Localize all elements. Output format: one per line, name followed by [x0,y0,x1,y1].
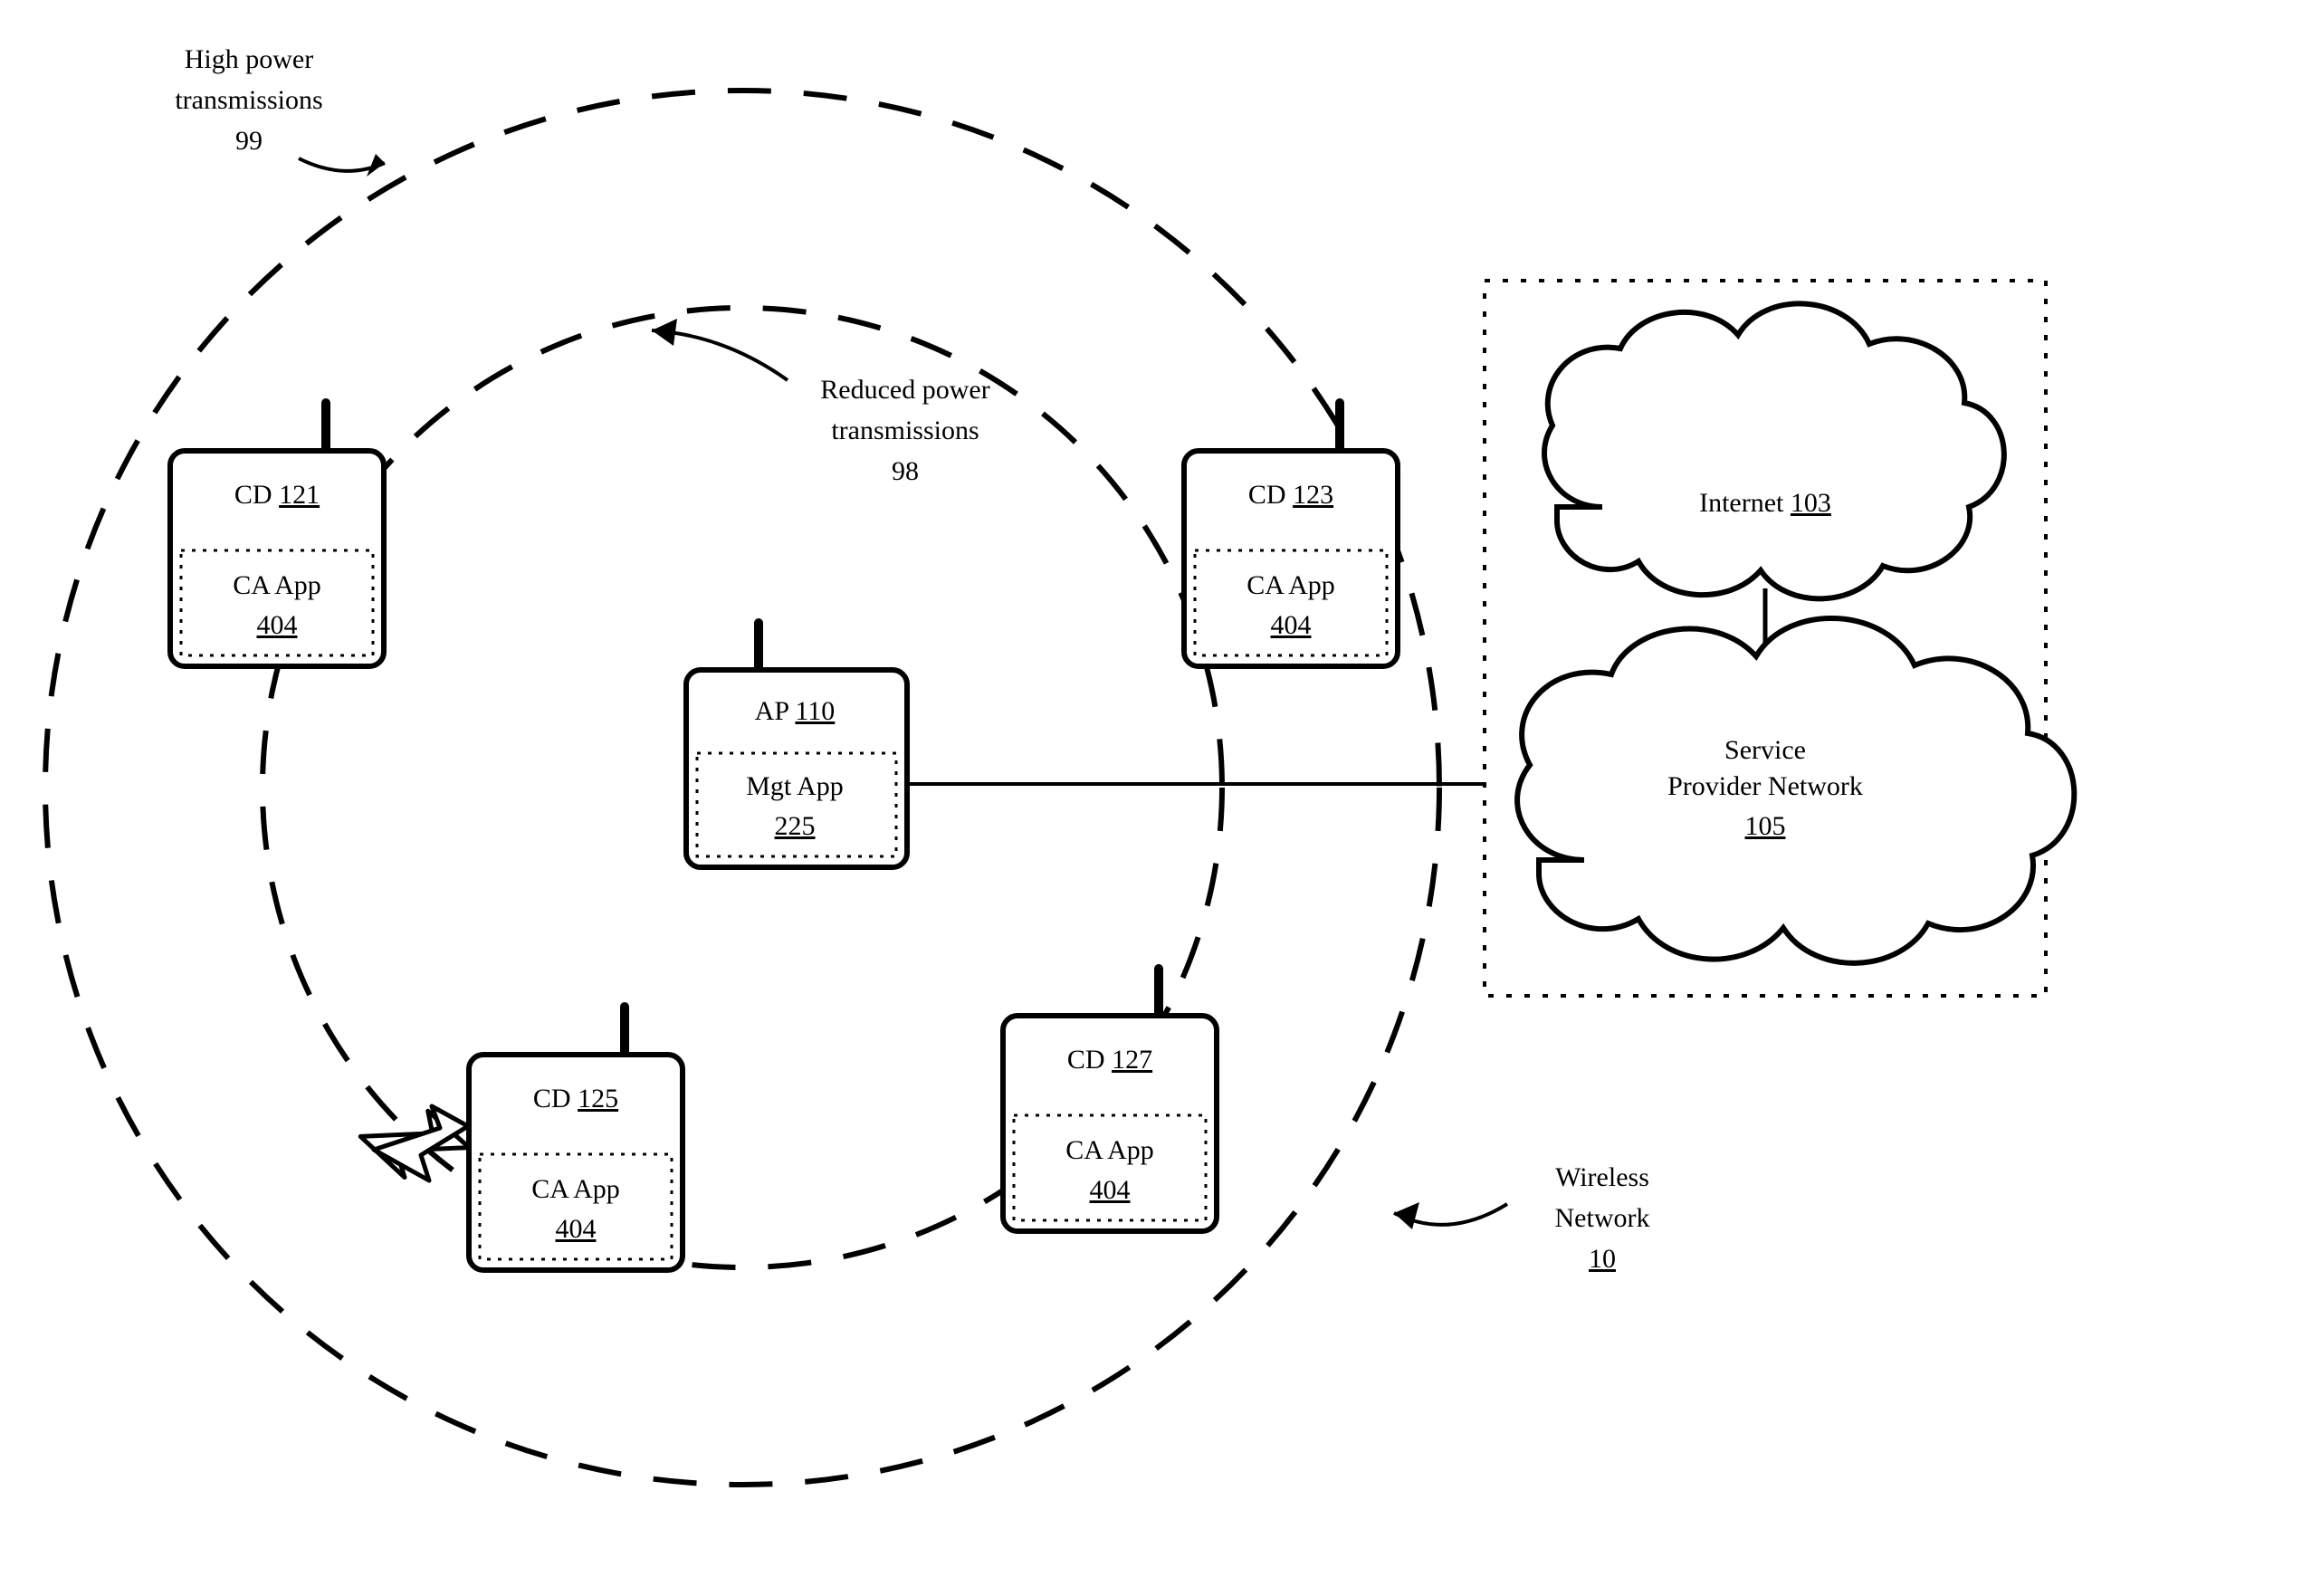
svg-text:CD 121: CD 121 [234,480,320,510]
internet-cloud: Internet 103 [1544,303,2004,598]
svg-text:Internet 103: Internet 103 [1699,488,1831,518]
ap-110-node: AP 110 Mgt App 225 [686,623,907,867]
high-power-label: High power transmissions 99 [175,44,322,156]
svg-text:Mgt App: Mgt App [746,771,844,801]
svg-text:404: 404 [1090,1175,1131,1205]
svg-text:CA App: CA App [531,1174,620,1204]
svg-text:CA App: CA App [233,570,321,600]
svg-text:Wireless: Wireless [1555,1162,1649,1192]
svg-text:225: 225 [775,811,816,841]
svg-text:CD 127: CD 127 [1067,1045,1152,1075]
svg-text:CD 125: CD 125 [533,1084,618,1113]
svg-text:Provider Network: Provider Network [1667,771,1863,801]
reduced-power-label: Reduced power transmissions 98 [820,375,989,486]
wireless-network-label: Wireless Network 10 [1555,1162,1650,1274]
svg-text:99: 99 [235,126,263,156]
svg-text:CA App: CA App [1065,1135,1154,1165]
svg-text:Reduced power: Reduced power [820,375,989,405]
svg-text:transmissions: transmissions [831,416,979,445]
cd-121-node: CD 121 CA App 404 [170,403,384,666]
network-diagram: Packet Switched Backbone Network 101 Int… [0,0,2302,1596]
svg-text:CD 123: CD 123 [1248,480,1333,510]
cd-125-motion-arrow [354,1098,474,1189]
svg-text:404: 404 [257,610,298,640]
svg-text:10: 10 [1589,1244,1616,1274]
svg-text:105: 105 [1745,811,1786,841]
svg-text:AP 110: AP 110 [755,696,836,726]
svg-text:Service: Service [1724,735,1806,765]
svg-text:98: 98 [892,456,919,486]
svg-text:High power: High power [185,44,313,74]
svg-text:404: 404 [556,1214,597,1244]
svg-text:Network: Network [1555,1203,1650,1233]
cd-127-node: CD 127 CA App 404 [1003,969,1217,1231]
svg-text:CA App: CA App [1247,570,1335,600]
cd-123-node: CD 123 CA App 404 [1184,403,1398,666]
svg-text:transmissions: transmissions [175,85,322,115]
cd-125-node: CD 125 CA App 404 [469,1007,683,1270]
svg-text:404: 404 [1271,610,1312,640]
